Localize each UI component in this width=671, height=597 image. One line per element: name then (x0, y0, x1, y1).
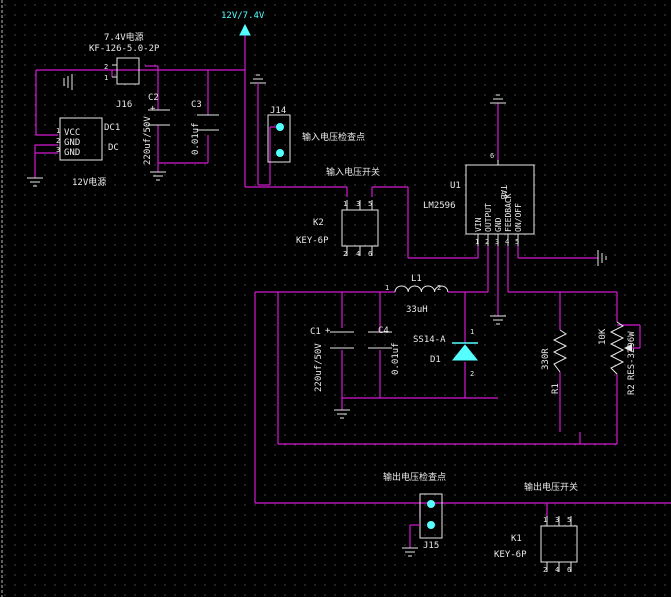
k2-pin-6: 6 (368, 250, 372, 258)
u1-part: LM2596 (423, 201, 456, 211)
power-net-label: 12V/7.4V (221, 11, 265, 21)
l1-ref: L1 (411, 274, 422, 284)
j15-label: 输出电压检查点 (383, 471, 446, 483)
u1-pin-vin: VIN (474, 217, 483, 232)
j16-pin2: 2 (104, 63, 108, 71)
r1-ref: R1 (551, 383, 561, 394)
j15-ref: J15 (423, 541, 439, 551)
r2-ref-part: R2 RES-3296W (627, 331, 637, 395)
k1-pin-3: 3 (555, 516, 559, 524)
c2-ref: C2 (148, 93, 159, 103)
j16-ref: J16 (116, 100, 132, 110)
dc1-pin-2: 2 (56, 137, 60, 145)
c3-value: 0.01uf (191, 122, 201, 155)
r2-value: 10K (598, 328, 608, 345)
k1-pin-4: 4 (555, 566, 559, 574)
u1-pin-num-3: 3 (495, 238, 499, 246)
r2-part: RES-3296W (627, 331, 637, 380)
k1-ref: K1 (511, 534, 522, 544)
j16-pin1: 1 (104, 74, 108, 82)
u1-pin-gnd: GND (494, 217, 503, 232)
c1-ref: C1 (310, 327, 321, 337)
dc1-type: DC (108, 143, 119, 153)
u1-pin-output: OUTPUT (484, 203, 493, 232)
k2-label: 输入电压开关 (326, 166, 380, 178)
u1-pin-num-2: 2 (485, 238, 489, 246)
k2-part: KEY-6P (296, 236, 329, 246)
d1-pin2: 2 (470, 370, 474, 378)
c4-value: 0.01uf (391, 342, 401, 375)
k2-pin-5: 5 (368, 200, 372, 208)
c4-ref: C4 (378, 326, 389, 336)
j16-title: 7.4V电源 (104, 31, 144, 43)
dc1-pin-label-3: GND (64, 148, 80, 158)
schematic-canvas: 12V/7.4V 7.4V电源 KF-126-5.0-2P J16 2 1 DC… (0, 0, 671, 597)
c1-value: 220uf/50V (314, 343, 324, 392)
l1-value: 33uH (406, 305, 428, 315)
dc1-ref: DC1 (104, 123, 120, 133)
u1-pin-onoff: ON/OFF (514, 203, 523, 232)
k1-pin-5: 5 (567, 516, 571, 524)
k2-pin-4: 4 (356, 250, 360, 258)
k1-pin-2: 2 (543, 566, 547, 574)
dc1-pin-label-1: VCC (64, 128, 80, 138)
d1-pin1: 1 (470, 328, 474, 336)
k1-part: KEY-6P (494, 550, 527, 560)
j14-ref: J14 (270, 106, 286, 116)
d1-part: SS14-A (413, 335, 446, 345)
dc1-name: 12V电源 (72, 176, 106, 188)
dc1-pin-1: 1 (56, 127, 60, 135)
j14-label: 输入电压检查点 (302, 131, 365, 143)
u1-tab-pin: 6 (490, 152, 494, 160)
l1-pin2: 2 (437, 284, 441, 292)
j16-part: KF-126-5.0-2P (89, 44, 160, 54)
dc1-pin-label-2: GND (64, 138, 80, 148)
r1-value: 330R (541, 348, 551, 370)
k1-label: 输出电压开关 (524, 481, 578, 493)
u1-pin-num-4: 4 (505, 238, 509, 246)
c2-plus: + (150, 104, 156, 114)
c2-value: 220uf/50V (143, 116, 153, 165)
c3-ref: C3 (191, 100, 202, 110)
dc1-pin-3: 3 (56, 146, 60, 154)
k2-pin-2: 2 (343, 250, 347, 258)
c1-plus: + (325, 326, 331, 336)
k1-pin-1: 1 (543, 516, 547, 524)
l1-pin1: 1 (385, 284, 389, 292)
k1-pin-6: 6 (567, 566, 571, 574)
k2-pin-1: 1 (343, 200, 347, 208)
d1-ref: D1 (430, 355, 441, 365)
dot-grid (0, 0, 671, 597)
u1-ref: U1 (450, 181, 461, 191)
u1-pin-feedback: FEEDBACK (504, 193, 513, 232)
k2-pin-3: 3 (356, 200, 360, 208)
u1-pin-num-1: 1 (475, 238, 479, 246)
k2-ref: K2 (313, 218, 324, 228)
r2-ref: R2 (627, 384, 637, 395)
u1-pin-num-5: 5 (515, 238, 519, 246)
